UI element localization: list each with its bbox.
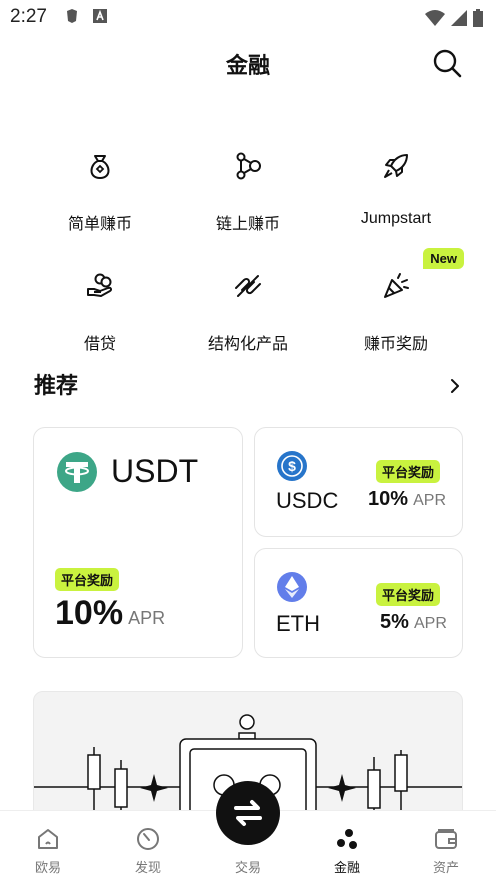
search-icon[interactable] [432,48,462,78]
coin-name: USDC [276,488,339,513]
apr-value: 10% [368,488,409,510]
party-popper-icon [384,273,409,298]
grid-item-label: 简单赚币 [67,214,132,233]
money-bag-icon [90,155,110,180]
grid-item-jumpstart[interactable]: Jumpstart [322,150,470,250]
status-system-icons [424,8,484,28]
usdc-icon: $ [277,451,307,481]
battery-icon [473,9,483,27]
apr-value: 5% [380,611,409,633]
apr-row: 10% APR [55,594,165,633]
rocket-icon [384,154,408,178]
trade-button[interactable] [216,781,280,845]
tab-label: 资产 [432,861,459,876]
grid-item-label: Jumpstart [360,210,432,227]
usdt-icon [57,452,97,492]
platform-reward-tag: 平台奖励 [376,583,441,606]
grid-item-simple-earn[interactable]: 简单赚币 [26,150,174,250]
status-notification-icons [64,8,108,24]
status-bar: 2:27 [0,0,496,34]
chevron-right-icon[interactable] [448,378,462,394]
grid-item-label: 借贷 [83,334,116,353]
structured-product-icon [235,275,261,297]
notification-a-icon [93,9,107,23]
svg-text:$: $ [288,458,296,474]
apr-unit: APR [414,615,447,632]
tab-discover[interactable]: 发现 [108,811,188,883]
finance-icon [337,829,357,849]
eth-icon [277,572,307,602]
product-card-usdc[interactable]: $ USDC 平台奖励 10% APR [254,427,463,537]
tab-label: 金融 [333,861,360,876]
page-title: 金融 [225,54,270,79]
grid-item-structured-products[interactable]: 结构化产品 [174,270,322,370]
coin-name: USDT [111,453,199,489]
grid-item-label: 赚币奖励 [363,334,428,353]
platform-reward-tag: 平台奖励 [55,568,120,591]
signal-icon [451,10,467,26]
apr-unit: APR [413,492,447,509]
grid-item-onchain-earn[interactable]: 链上赚币 [174,150,322,250]
chain-nodes-icon [236,152,261,180]
apr-unit: APR [128,608,166,628]
tab-label: 发现 [134,861,161,876]
platform-reward-tag: 平台奖励 [376,460,441,483]
product-card-eth[interactable]: ETH 平台奖励 5% APR [254,548,463,658]
swap-icon [234,800,262,826]
apr-row: 10% APR [368,488,446,511]
wallet-icon [435,829,457,849]
tab-finance[interactable]: 金融 [307,811,387,883]
home-icon [38,829,58,849]
discover-icon [137,828,159,850]
tab-label: 交易 [234,861,261,876]
grid-item-label: 结构化产品 [207,334,288,353]
coin-name: ETH [276,611,320,636]
grid-item-label: 链上赚币 [215,214,280,233]
apr-value: 10% [55,594,124,632]
section-title-recommend: 推荐 [34,374,79,399]
hand-coins-icon [87,273,113,297]
product-card-usdt[interactable]: USDT 平台奖励 10% APR [33,427,243,658]
notification-app-icon [67,9,77,23]
grid-item-loan[interactable]: 借贷 [26,270,174,370]
tab-label: 欧易 [34,861,61,876]
grid-item-earn-rewards[interactable]: 赚币奖励 [322,270,470,370]
tab-home[interactable]: 欧易 [8,811,88,883]
apr-row: 5% APR [380,611,447,634]
status-time: 2:27 [10,6,47,27]
new-badge: New [423,248,464,269]
tab-assets[interactable]: 资产 [406,811,486,883]
wifi-icon [425,10,445,26]
header: 金融 [0,34,496,94]
